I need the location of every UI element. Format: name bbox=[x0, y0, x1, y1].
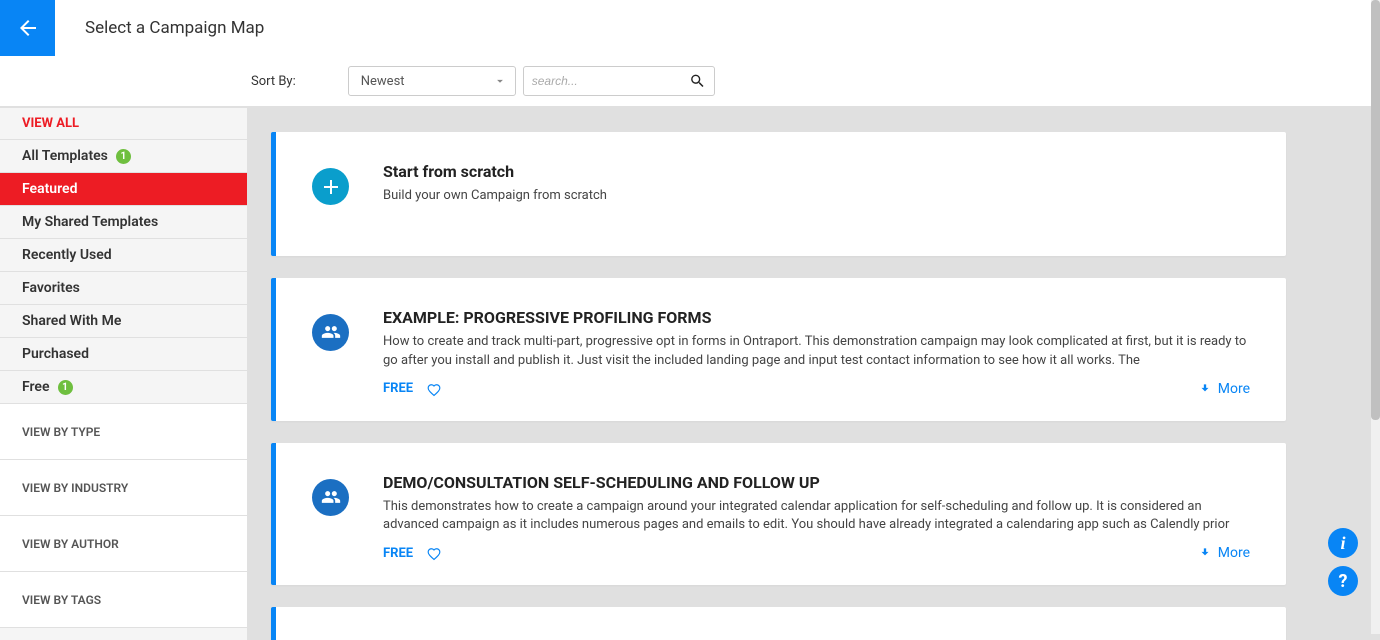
card-desc: This demonstrates how to create a campai… bbox=[383, 498, 1250, 536]
sidebar-item-label: Shared With Me bbox=[22, 313, 121, 329]
card-title: EXAMPLE: PROGRESSIVE PROFILING FORMS bbox=[383, 308, 1250, 327]
main-content: Start from scratch Build your own Campai… bbox=[247, 108, 1380, 640]
search-icon[interactable] bbox=[689, 72, 706, 90]
sidebar-item-label: My Shared Templates bbox=[22, 214, 158, 230]
sort-select-value: Newest bbox=[361, 74, 405, 89]
sidebar-item-purchased[interactable]: Purchased bbox=[0, 338, 247, 371]
template-card[interactable]: DEMO/CONSULTATION SELF-SCHEDULING AND FO… bbox=[271, 443, 1286, 586]
badge: 1 bbox=[58, 380, 73, 395]
sidebar-item-label: Recently Used bbox=[22, 247, 112, 263]
sidebar-item-shared-with-me[interactable]: Shared With Me bbox=[0, 305, 247, 338]
card-desc: How to create and track multi-part, prog… bbox=[383, 333, 1250, 371]
search-wrap bbox=[523, 66, 715, 96]
sort-select[interactable]: Newest bbox=[348, 66, 516, 96]
people-icon bbox=[312, 479, 349, 516]
chevron-down-icon bbox=[493, 74, 507, 88]
back-button[interactable] bbox=[0, 0, 55, 56]
sidebar-item-free[interactable]: Free 1 bbox=[0, 371, 247, 404]
download-icon bbox=[1198, 546, 1212, 560]
favorite-icon[interactable] bbox=[427, 382, 441, 396]
template-card[interactable]: EBOOK OPT-IN AND DELIVERY bbox=[271, 607, 1286, 640]
sidebar-item-featured[interactable]: Featured bbox=[0, 173, 247, 206]
sidebar-header-type[interactable]: VIEW BY TYPE bbox=[0, 404, 247, 460]
favorite-icon[interactable] bbox=[427, 546, 441, 560]
people-icon bbox=[312, 314, 349, 351]
sidebar-item-label: Purchased bbox=[22, 346, 89, 362]
free-badge: FREE bbox=[383, 546, 413, 561]
badge: 1 bbox=[116, 149, 131, 164]
sidebar-header-author[interactable]: VIEW BY AUTHOR bbox=[0, 516, 247, 572]
more-button[interactable]: More bbox=[1198, 381, 1250, 397]
sidebar-section-view-all: VIEW ALL bbox=[0, 108, 247, 140]
plus-icon bbox=[312, 168, 349, 205]
template-card-scratch[interactable]: Start from scratch Build your own Campai… bbox=[271, 132, 1286, 256]
search-input[interactable] bbox=[532, 74, 689, 88]
card-title: Start from scratch bbox=[383, 162, 1250, 181]
template-card[interactable]: EXAMPLE: PROGRESSIVE PROFILING FORMS How… bbox=[271, 278, 1286, 421]
more-button[interactable]: More bbox=[1198, 545, 1250, 561]
more-label: More bbox=[1218, 381, 1250, 397]
sort-by-label: Sort By: bbox=[251, 74, 296, 89]
free-badge: FREE bbox=[383, 381, 413, 396]
sidebar-item-all-templates[interactable]: All Templates 1 bbox=[0, 140, 247, 173]
card-title: DEMO/CONSULTATION SELF-SCHEDULING AND FO… bbox=[383, 473, 1250, 492]
sidebar-item-label: All Templates bbox=[22, 148, 108, 164]
sidebar-item-recently-used[interactable]: Recently Used bbox=[0, 239, 247, 272]
sidebar-item-label: Free bbox=[22, 379, 50, 395]
help-button[interactable]: ? bbox=[1328, 566, 1358, 596]
sidebar: VIEW ALL All Templates 1 Featured My Sha… bbox=[0, 108, 247, 640]
sidebar-item-favorites[interactable]: Favorites bbox=[0, 272, 247, 305]
sidebar-item-label: Featured bbox=[22, 181, 77, 197]
sidebar-item-label: Favorites bbox=[22, 280, 80, 296]
sidebar-header-industry[interactable]: VIEW BY INDUSTRY bbox=[0, 460, 247, 516]
info-button[interactable]: i bbox=[1328, 528, 1358, 558]
more-label: More bbox=[1218, 545, 1250, 561]
page-title: Select a Campaign Map bbox=[85, 18, 264, 38]
download-icon bbox=[1198, 382, 1212, 396]
sidebar-header-tags[interactable]: VIEW BY TAGS bbox=[0, 572, 247, 628]
sidebar-item-my-shared[interactable]: My Shared Templates bbox=[0, 206, 247, 239]
scrollbar-thumb[interactable] bbox=[1371, 0, 1380, 420]
card-desc: Build your own Campaign from scratch bbox=[383, 187, 1250, 206]
